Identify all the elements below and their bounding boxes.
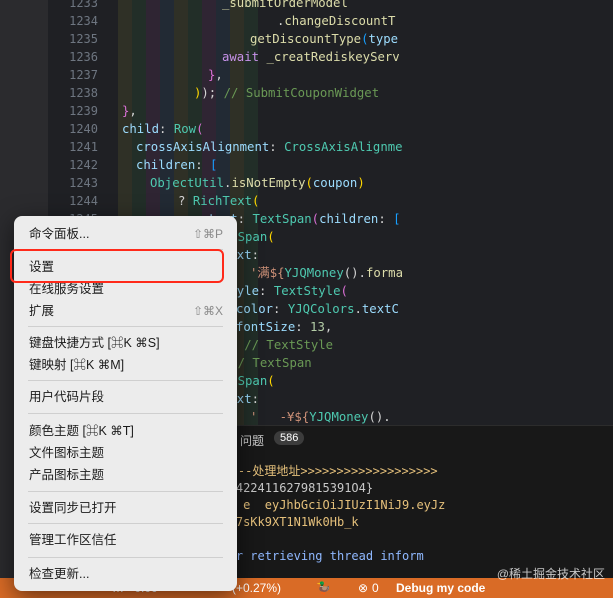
tab-problems[interactable]: 问题 [240,432,264,449]
menu-separator [28,380,223,381]
menu-item-label: 检查更新... [29,567,90,581]
code-line[interactable]: ), // TextStyle [222,336,333,354]
debug-mode-label[interactable]: Debug my code [396,581,485,595]
line-number: 1243 [69,176,98,190]
menu-item-product-icon-theme[interactable]: 产品图标主题 [20,465,231,486]
code-line[interactable]: '满${YJQMoney().forma [250,264,403,282]
menu-item-label: 文件图标主题 [29,446,105,460]
menu-item-shortcut: ⇧⌘P [192,227,223,241]
errors-count[interactable]: 0 [372,581,379,595]
line-number: 1233 [69,0,98,10]
code-line[interactable]: children: [ [136,156,217,174]
line-number: 1236 [69,50,98,64]
manage-context-menu: 命令面板... ⇧⌘P 设置在线服务设置 扩展 ⇧⌘X 键盘快捷方式 [⌘K ⌘S] 键映射… [14,216,237,591]
menu-item-online-settings[interactable]: 在线服务设置 [20,279,231,300]
code-line[interactable]: _submitOrderModel [222,0,348,12]
code-line[interactable]: }, [208,66,223,84]
code-line[interactable]: getDiscountType(type [250,30,398,48]
menu-item-keymaps[interactable]: 键映射 [⌘K ⌘M] [20,355,231,376]
status-percent[interactable]: (+0.27%) [232,581,281,595]
menu-separator [28,557,223,558]
line-number: 1234 [69,14,98,28]
menu-item-check-updates[interactable]: 检查更新... [20,564,231,585]
line-number: 1237 [69,68,98,82]
problems-count-badge: 586 [274,431,305,445]
line-number: 1242 [69,158,98,172]
menu-item-workspace-trust[interactable]: 管理工作区信任 [20,530,231,551]
menu-item-label: 设置 [29,260,55,274]
menu-item-label: 颜色主题 [⌘K ⌘T] [29,424,134,438]
line-number: 1241 [69,140,98,154]
line-number: 1238 [69,86,98,100]
menu-item-user-snippets[interactable]: 用户代码片段 [20,387,231,408]
menu-item-extensions[interactable]: 扩展 ⇧⌘X [20,301,231,322]
line-number: 1239 [69,104,98,118]
menu-item-label: 扩展 [29,304,55,318]
line-number: 1240 [69,122,98,136]
code-line[interactable]: .changeDiscountT [277,12,395,30]
debug-duck-icon: 🦆 [316,581,331,595]
code-line[interactable]: style: TextStyle( [222,282,348,300]
menu-item-file-icon-theme[interactable]: 文件图标主题 [20,443,231,464]
line-number: 1244 [69,194,98,208]
menu-separator [28,413,223,414]
code-line[interactable]: ObjectUtil.isNotEmpty(coupon) [150,174,365,192]
menu-item-shortcut: ⇧⌘X [192,304,223,318]
menu-item-color-theme[interactable]: 颜色主题 [⌘K ⌘T] [20,421,231,442]
menu-item-label: 产品图标主题 [29,468,105,482]
code-line[interactable]: }, [122,102,137,120]
menu-item-settings[interactable]: 设置 [20,257,231,278]
menu-separator [28,326,223,327]
code-line[interactable]: ' -¥${YJQMoney(). [250,408,391,425]
code-line[interactable]: fontSize: 13, [236,318,332,336]
menu-item-label: 用户代码片段 [29,390,105,404]
menu-separator [28,249,223,250]
code-line[interactable]: child: Row( [122,120,203,138]
menu-separator [28,491,223,492]
menu-item-label: 键映射 [⌘K ⌘M] [29,358,125,372]
menu-item-label: 键盘快捷方式 [⌘K ⌘S] [29,336,160,350]
menu-item-label: 设置同步已打开 [29,501,117,515]
code-line[interactable]: await _creatRediskeyServ [222,48,400,66]
menu-item-label: 管理工作区信任 [29,533,117,547]
menu-separator [28,523,223,524]
error-icon: ⊗ [358,581,369,595]
menu-item-label: 命令面板... [29,227,90,241]
watermark: @稀土掘金技术社区 [496,567,605,581]
menu-item-keyboard-shortcuts[interactable]: 键盘快捷方式 [⌘K ⌘S] [20,333,231,354]
line-number: 1235 [69,32,98,46]
code-line[interactable]: )); // SubmitCouponWidget [194,84,379,102]
menu-item-settings-sync[interactable]: 设置同步已打开 [20,498,231,519]
code-line[interactable]: color: YJQColors.textC [236,300,399,318]
menu-item-command-palette[interactable]: 命令面板... ⇧⌘P [20,224,231,245]
menu-item-label: 在线服务设置 [29,282,105,296]
code-line[interactable]: ? RichText( [178,192,259,210]
code-line[interactable]: crossAxisAlignment: CrossAxisAlignme [136,138,403,156]
